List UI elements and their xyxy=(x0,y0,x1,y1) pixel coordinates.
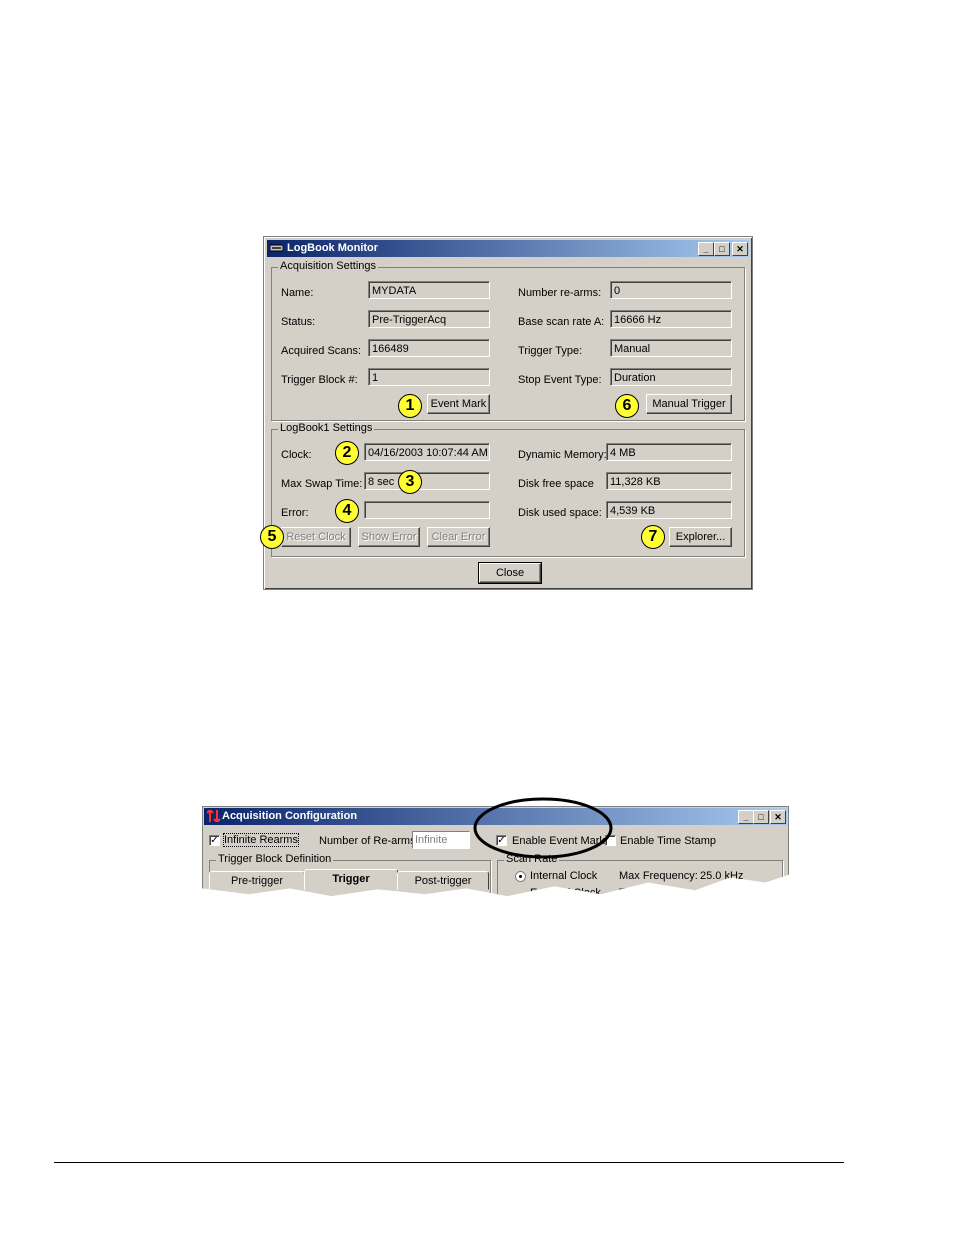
maximize-icon[interactable]: □ xyxy=(714,242,730,256)
logbook-app-icon xyxy=(269,243,284,253)
callout-4: 4 xyxy=(335,499,359,523)
callout-6: 6 xyxy=(615,394,639,418)
number-of-rearms-label: Number of Re-arms: xyxy=(319,835,419,847)
maximize-icon[interactable]: □ xyxy=(753,810,769,824)
dynamic-memory-field: 4 MB xyxy=(606,443,732,461)
acq-config-title: Acquisition Configuration xyxy=(222,810,358,822)
close-icon[interactable]: ✕ xyxy=(732,242,748,256)
logbook-monitor-window: LogBook Monitor _ □ ✕ Acquisition Settin… xyxy=(260,236,753,590)
minimize-icon[interactable]: _ xyxy=(738,810,754,824)
internal-clock-radio[interactable] xyxy=(515,871,526,882)
acquisition-settings-group: Acquisition Settings Name: MYDATA Status… xyxy=(271,260,745,421)
number-of-rearms-input[interactable]: Infinite xyxy=(412,831,470,849)
base-scan-rate-label: Base scan rate A: xyxy=(518,316,605,328)
explorer-button[interactable]: Explorer... xyxy=(669,527,732,547)
show-error-button[interactable]: Show Error xyxy=(358,527,420,547)
infinite-rearms-checkbox[interactable]: ✓ xyxy=(209,835,220,846)
close-icon[interactable]: ✕ xyxy=(770,810,786,824)
manual-trigger-button[interactable]: Manual Trigger xyxy=(646,394,732,414)
error-label: Error: xyxy=(281,507,309,519)
name-label: Name: xyxy=(281,287,314,299)
callout-5: 5 xyxy=(260,525,284,549)
reset-clock-button[interactable]: Reset Clock xyxy=(281,527,351,547)
logbook1-settings-group: LogBook1 Settings Clock: 04/16/2003 10:0… xyxy=(260,422,745,557)
status-label: Status: xyxy=(281,316,316,328)
disk-used-field: 4,539 KB xyxy=(606,501,732,519)
error-field xyxy=(364,501,490,519)
trigger-block-definition-legend: Trigger Block Definition xyxy=(216,853,334,865)
acquired-scans-label: Acquired Scans: xyxy=(281,345,362,357)
infinite-rearms-label: Infinite Rearms xyxy=(223,833,299,847)
max-frequency-label: Max Frequency: xyxy=(619,870,698,882)
footer-rule xyxy=(54,1162,844,1163)
acquisition-settings-legend: Acquisition Settings xyxy=(278,260,378,272)
name-field: MYDATA xyxy=(368,281,490,299)
apply-checkbox[interactable] xyxy=(619,888,630,897)
logbook-monitor-titlebar[interactable]: LogBook Monitor _ □ ✕ xyxy=(267,240,749,257)
status-field: Pre-TriggerAcq xyxy=(368,310,490,328)
stop-event-type-label: Stop Event Type: xyxy=(518,374,602,386)
close-button[interactable]: Close xyxy=(478,562,542,584)
max-swap-time-label: Max Swap Time: xyxy=(281,478,363,490)
number-rearms-label: Number re-arms: xyxy=(518,287,602,299)
callout-2: 2 xyxy=(335,441,359,465)
acquired-scans-field: 166489 xyxy=(368,339,490,357)
max-frequency-value: 25.0 kHz xyxy=(700,870,744,882)
tab-trigger[interactable]: Trigger xyxy=(304,869,398,890)
scan-rate-group: Scan Rate xyxy=(497,853,783,897)
acq-config-app-icon xyxy=(206,808,221,824)
disk-free-field: 11,328 KB xyxy=(606,472,732,490)
internal-clock-label: Internal Clock xyxy=(530,870,598,882)
callout-7: 7 xyxy=(641,525,665,549)
tab-pre-trigger[interactable]: Pre-trigger xyxy=(209,871,305,890)
stop-event-type-field: Duration xyxy=(610,368,732,386)
clock-field: 04/16/2003 10:07:44 AM xyxy=(364,443,490,461)
minimize-icon[interactable]: _ xyxy=(698,242,714,256)
number-rearms-field: 0 xyxy=(610,281,732,299)
external-clock-label: External Clock xyxy=(530,887,601,899)
clock-label: Clock: xyxy=(281,449,312,461)
max-swap-time-field: 8 sec xyxy=(364,472,490,490)
logbook-monitor-title: LogBook Monitor xyxy=(287,242,379,254)
trigger-block-field: 1 xyxy=(368,368,490,386)
trigger-type-field: Manual xyxy=(610,339,732,357)
callout-3: 3 xyxy=(398,470,422,494)
logbook1-settings-legend: LogBook1 Settings xyxy=(278,422,375,434)
callout-1: 1 xyxy=(398,394,422,418)
clear-error-button[interactable]: Clear Error xyxy=(427,527,490,547)
base-scan-rate-field: 16666 Hz xyxy=(610,310,732,328)
highlight-ellipse xyxy=(473,797,613,859)
apply-label: Apply noise xyxy=(634,887,691,899)
tab-post-trigger[interactable]: Post-trigger xyxy=(397,871,489,890)
trigger-type-label: Trigger Type: xyxy=(518,345,583,357)
event-mark-button[interactable]: Event Mark xyxy=(427,394,490,414)
disk-free-label: Disk free space xyxy=(518,478,594,490)
dynamic-memory-label: Dynamic Memory: xyxy=(518,449,607,461)
enable-time-stamp-label: Enable Time Stamp xyxy=(620,835,716,847)
disk-used-label: Disk used space: xyxy=(518,507,602,519)
trigger-block-label: Trigger Block #: xyxy=(281,374,358,386)
